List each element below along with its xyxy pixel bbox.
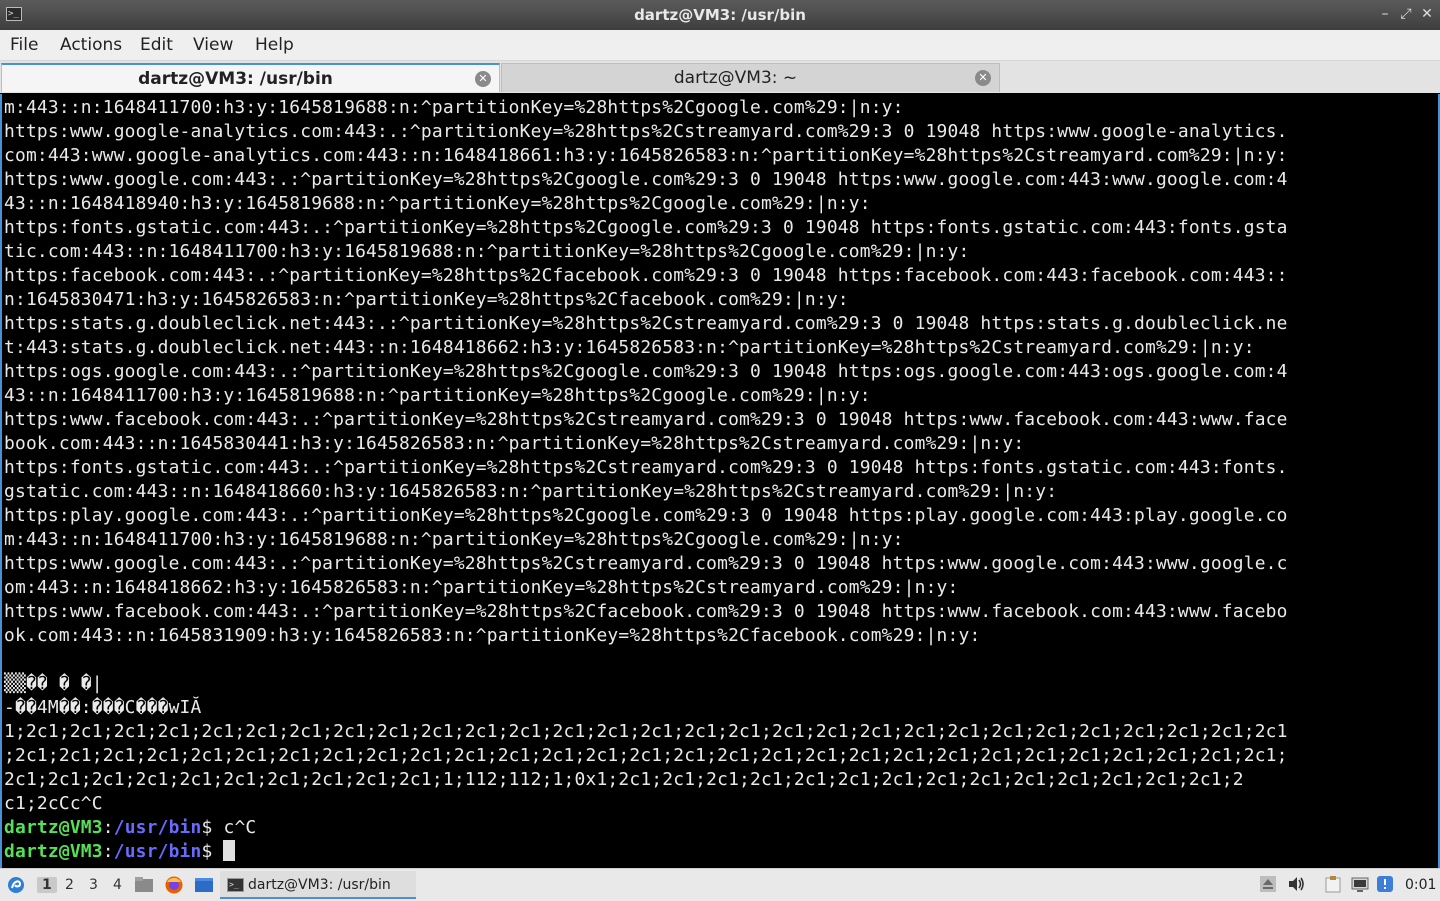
terminal-line: ok.com:443::n:1645831909:h3:y:1645826583… — [4, 625, 981, 646]
terminal-line: t:443:stats.g.doubleclick.net:443::n:164… — [4, 337, 1255, 358]
terminal-line: c1;2cCc^C — [4, 793, 103, 814]
workspace-3[interactable]: 3 — [89, 877, 98, 893]
text-cursor — [223, 840, 236, 861]
prompt-symbol: $ — [201, 841, 224, 862]
start-menu-icon[interactable] — [6, 875, 26, 895]
prompt-user: dartz@VM3 — [4, 841, 103, 862]
terminal-line: https:facebook.com:443:.:^partitionKey=%… — [4, 265, 1288, 286]
menu-actions[interactable]: Actions — [60, 35, 122, 55]
workspace-2[interactable]: 2 — [65, 877, 74, 893]
file-manager-icon[interactable] — [134, 876, 154, 894]
terminal-line: https:play.google.com:443:.:^partitionKe… — [4, 505, 1288, 526]
prompt-user: dartz@VM3 — [4, 817, 103, 838]
workspace-4[interactable]: 4 — [113, 877, 122, 893]
update-notification-icon[interactable] — [1376, 875, 1394, 893]
network-icon[interactable] — [1351, 875, 1369, 893]
terminal-line: n:1645830471:h3:y:1645826583:n:^partitio… — [4, 289, 849, 310]
terminal-line: https:ogs.google.com:443:.:^partitionKey… — [4, 361, 1288, 382]
tab-close-icon[interactable]: ✕ — [475, 71, 491, 87]
terminal-line: gstatic.com:443::n:1648418660:h3:y:16458… — [4, 481, 1058, 502]
terminal-line: m:443::n:1648411700:h3:y:1645819688:n:^p… — [4, 529, 904, 550]
terminal-line: https:www.google.com:443:.:^partitionKey… — [4, 553, 1288, 574]
tab-bar: dartz@VM3: /usr/bin ✕ dartz@VM3: ~ ✕ — [0, 61, 1440, 93]
prompt-line: dartz@VM3:/usr/bin$ c^C — [4, 816, 256, 840]
terminal-line: 43::n:1648411700:h3:y:1645819688:n:^part… — [4, 385, 871, 406]
tab-usr-bin[interactable]: dartz@VM3: /usr/bin ✕ — [1, 63, 500, 92]
show-desktop-icon[interactable] — [194, 876, 214, 894]
terminal-line: om:443::n:1648418662:h3:y:1645826583:n:^… — [4, 577, 959, 598]
menu-edit[interactable]: Edit — [140, 35, 173, 55]
tab-home[interactable]: dartz@VM3: ~ ✕ — [501, 63, 1000, 92]
prompt-path: /usr/bin — [113, 841, 202, 862]
clipboard-icon[interactable] — [1324, 875, 1342, 893]
terminal-line: https:stats.g.doubleclick.net:443:.:^par… — [4, 313, 1288, 334]
tab-close-icon[interactable]: ✕ — [975, 70, 991, 86]
prompt-colon: : — [102, 817, 114, 838]
terminal-line: 1;2c1;2c1;2c1;2c1;2c1;2c1;2c1;2c1;2c1;2c… — [4, 721, 1288, 742]
terminal-line: 2c1;2c1;2c1;2c1;2c1;2c1;2c1;2c1;2c1;2c1;… — [4, 769, 1244, 790]
close-window-button[interactable]: ✕ — [1418, 5, 1436, 23]
menu-view[interactable]: View — [193, 35, 233, 55]
terminal-line: book.com:443::n:1645830441:h3:y:16458265… — [4, 433, 1025, 454]
taskbar-window-button[interactable]: >_ dartz@VM3: /usr/bin — [220, 871, 416, 899]
terminal-output[interactable]: m:443::n:1648411700:h3:y:1645819688:n:^p… — [0, 94, 1440, 868]
terminal-line: https:fonts.gstatic.com:443:.:^partition… — [4, 457, 1288, 478]
terminal-line: -��4M��:���C���wIĂ — [4, 697, 202, 718]
tab-label: dartz@VM3: ~ — [673, 68, 798, 88]
menu-file[interactable]: File — [10, 35, 38, 55]
menu-help[interactable]: Help — [255, 35, 294, 55]
terminal-line: tic.com:443::n:1648411700:h3:y:164581968… — [4, 241, 970, 262]
terminal-line: m:443::n:1648411700:h3:y:1645819688:n:^p… — [4, 97, 904, 118]
firefox-icon[interactable] — [164, 875, 184, 895]
clock[interactable]: 0:01 — [1405, 877, 1436, 893]
terminal-line: https:www.google-analytics.com:443:.:^pa… — [4, 121, 1288, 142]
prompt-path: /usr/bin — [113, 817, 202, 838]
taskbar-window-label: dartz@VM3: /usr/bin — [248, 877, 391, 893]
volume-icon[interactable] — [1287, 875, 1305, 893]
terminal-line: https:www.facebook.com:443:.:^partitionK… — [4, 409, 1288, 430]
workspace-1[interactable]: 1 — [37, 877, 57, 893]
taskbar: 1 2 3 4 >_ dartz@VM3: /usr/bin 0:01 — [0, 868, 1440, 901]
tab-label: dartz@VM3: /usr/bin — [138, 69, 333, 89]
eject-icon[interactable] — [1259, 875, 1277, 893]
window-titlebar[interactable]: >_ dartz@VM3: /usr/bin – ⤢ ✕ — [0, 0, 1440, 30]
prompt-line: dartz@VM3:/usr/bin$ — [4, 840, 236, 864]
menu-bar: File Actions Edit View Help — [0, 30, 1440, 61]
maximize-button[interactable]: ⤢ — [1397, 5, 1415, 23]
window-title: dartz@VM3: /usr/bin — [634, 6, 806, 24]
prompt-colon: : — [102, 841, 114, 862]
terminal-line: 43::n:1648418940:h3:y:1645819688:n:^part… — [4, 193, 871, 214]
terminal-line: https:www.google.com:443:.:^partitionKey… — [4, 169, 1288, 190]
terminal-line: https:fonts.gstatic.com:443:.:^partition… — [4, 217, 1288, 238]
terminal-task-icon: >_ — [227, 878, 244, 892]
terminal-line: com:443:www.google-analytics.com:443::n:… — [4, 145, 1288, 166]
terminal-line: https:www.facebook.com:443:.:^partitionK… — [4, 601, 1288, 622]
terminal-line: ;2c1;2c1;2c1;2c1;2c1;2c1;2c1;2c1;2c1;2c1… — [4, 745, 1288, 766]
minimize-button[interactable]: – — [1376, 5, 1394, 23]
prompt-symbol: $ — [201, 817, 224, 838]
terminal-line: ▒▒�� � �| — [4, 673, 103, 694]
prompt-command: c^C — [223, 817, 257, 838]
